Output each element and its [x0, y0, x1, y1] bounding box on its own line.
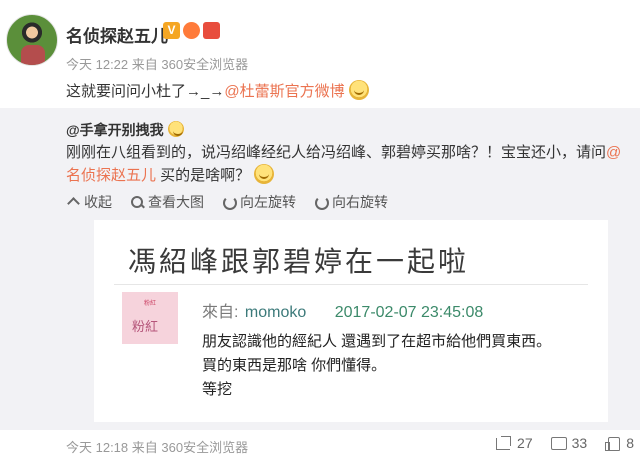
view-large-button[interactable]: 查看大图 — [130, 192, 204, 212]
repost-username-text[interactable]: @手拿开别拽我 — [66, 122, 164, 138]
comment-count: 33 — [571, 435, 588, 451]
thumbs-up-icon — [605, 436, 621, 451]
post-source: 来自 360安全浏览器 — [131, 57, 249, 72]
post-time[interactable]: 今天 12:22 — [66, 57, 128, 72]
image-body-line: 朋友認識他的經紀人 還遇到了在超市給他們買東西。 — [202, 333, 552, 350]
smile-emoji-icon — [167, 121, 184, 137]
user-badges: V — [163, 22, 220, 39]
share-count: 27 — [517, 435, 533, 451]
mention-link[interactable]: @杜蕾斯官方微博 — [224, 83, 344, 100]
rotate-right-icon — [314, 195, 329, 210]
vip-badge-icon[interactable] — [203, 22, 220, 39]
rotate-right-label: 向右旋转 — [332, 194, 388, 210]
post-stats: 27 33 8 — [496, 435, 634, 451]
image-avatar: 粉紅 粉紅 — [122, 292, 178, 344]
image-actions: 收起 查看大图 向左旋转 向右旋转 — [66, 192, 388, 212]
image-divider — [114, 284, 588, 285]
verified-badge-icon[interactable]: V — [163, 22, 180, 39]
member-badge-icon[interactable] — [183, 22, 200, 39]
image-from-label: 來自: — [202, 304, 239, 321]
post-username[interactable]: 名侦探赵五儿 — [66, 22, 168, 47]
post-footer: 今天 12:18 来自 360安全浏览器 27 33 8 — [0, 430, 640, 465]
share-icon — [496, 436, 512, 450]
image-body: 朋友認識他的經紀人 還遇到了在超市給他們買東西。 買的東西是那啥 你們懂得。 等… — [202, 330, 551, 402]
rotate-left-icon — [222, 195, 237, 210]
footer-meta: 今天 12:18 来自 360安全浏览器 — [66, 437, 248, 456]
rotate-right-button[interactable]: 向右旋转 — [314, 192, 388, 212]
image-body-line: 等挖 — [202, 381, 233, 398]
reposted-content: @手拿开别拽我 刚刚在八组看到的，说冯绍峰经纪人给冯绍峰、郭碧婷买那啥？！宝宝还… — [0, 108, 640, 430]
footer-source: 来自 360安全浏览器 — [131, 440, 249, 455]
post-text: 这就要问问小杜了→_→@杜蕾斯官方微博 — [66, 80, 369, 101]
post-text-prefix: 这就要问问小杜了→_→ — [66, 83, 225, 100]
repost-text: 刚刚在八组看到的，说冯绍峰经纪人给冯绍峰、郭碧婷买那啥？！宝宝还小，请问@名侦探… — [66, 142, 632, 187]
like-count: 8 — [626, 435, 634, 451]
image-title: 馮紹峰跟郭碧婷在一起啦 — [128, 245, 470, 278]
view-large-label: 查看大图 — [148, 194, 204, 210]
image-date: 2017-02-07 23:45:08 — [334, 304, 484, 321]
image-body-line: 買的東西是那啥 你們懂得。 — [202, 357, 387, 374]
like-button[interactable]: 8 — [605, 435, 634, 451]
image-from-user: momoko — [244, 304, 307, 321]
attached-image[interactable]: 馮紹峰跟郭碧婷在一起啦 粉紅 粉紅 來自: momoko 2017-02-07 … — [94, 220, 608, 422]
smile-emoji-icon — [254, 164, 275, 184]
repost-text-suffix: 买的是啥啊？ — [156, 167, 251, 184]
original-post: 名侦探赵五儿 V 今天 12:22 来自 360安全浏览器 这就要问问小杜了→_… — [0, 0, 640, 108]
share-button[interactable]: 27 — [496, 435, 533, 451]
comment-icon — [550, 436, 567, 450]
collapse-icon — [66, 195, 80, 209]
repost-text-prefix: 刚刚在八组看到的，说冯绍峰经纪人给冯绍峰、郭碧婷买那啥？！宝宝还小，请问 — [66, 144, 607, 161]
post-meta: 今天 12:22 来自 360安全浏览器 — [66, 54, 248, 73]
smile-emoji-icon — [348, 80, 369, 100]
collapse-label: 收起 — [84, 194, 112, 210]
image-avatar-small: 粉紅 — [144, 301, 157, 307]
zoom-icon — [130, 195, 144, 209]
image-avatar-label: 粉紅 — [132, 319, 159, 334]
collapse-button[interactable]: 收起 — [66, 192, 112, 212]
rotate-left-label: 向左旋转 — [240, 194, 296, 210]
image-from-line: 來自: momoko 2017-02-07 23:45:08 — [202, 298, 483, 322]
rotate-left-button[interactable]: 向左旋转 — [222, 192, 296, 212]
repost-username[interactable]: @手拿开别拽我 — [66, 120, 184, 140]
avatar[interactable] — [6, 14, 58, 66]
comment-button[interactable]: 33 — [550, 435, 588, 451]
footer-time[interactable]: 今天 12:18 — [66, 440, 128, 455]
